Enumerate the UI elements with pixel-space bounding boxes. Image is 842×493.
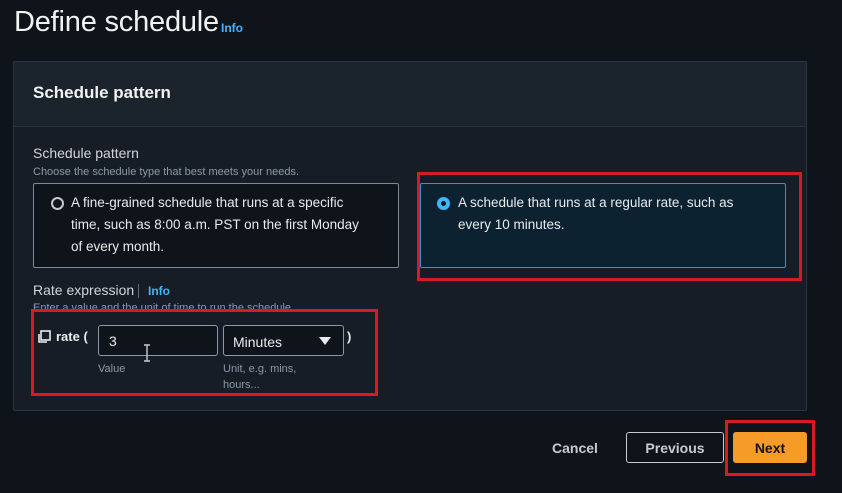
option-fine-grained-label: A fine-grained schedule that runs at a s…	[71, 195, 359, 254]
rate-unit-value: Minutes	[233, 334, 283, 350]
previous-button[interactable]: Previous	[626, 432, 724, 463]
rate-unit-select[interactable]: Minutes	[223, 325, 344, 356]
define-schedule-page: Define schedule Info Schedule pattern Sc…	[0, 0, 842, 493]
rate-suffix: )	[347, 329, 352, 344]
schedule-pattern-description: Choose the schedule type that best meets…	[33, 166, 299, 178]
rate-expression-info-link[interactable]: Info	[148, 284, 170, 298]
label-divider	[138, 284, 139, 298]
option-regular-rate-schedule[interactable]: A schedule that runs at a regular rate, …	[420, 183, 786, 268]
rate-unit-hint: Unit, e.g. mins, hours...	[223, 363, 297, 391]
copy-icon[interactable]	[37, 330, 51, 344]
option-regular-rate-label: A schedule that runs at a regular rate, …	[458, 195, 734, 232]
rate-expression-description: Enter a value and the unit of time to ru…	[33, 302, 295, 314]
text-cursor-icon	[144, 344, 150, 362]
radio-regular-rate[interactable]	[437, 197, 450, 210]
next-button[interactable]: Next	[733, 432, 807, 463]
rate-value-hint: Value	[98, 363, 126, 375]
page-title: Define schedule	[14, 6, 219, 38]
rate-prefix: rate (	[56, 329, 88, 344]
schedule-pattern-label: Schedule pattern	[33, 145, 139, 161]
panel-header: Schedule pattern	[14, 62, 806, 127]
rate-value-input[interactable]: 3	[98, 325, 218, 356]
rate-expression-label: Rate expression	[33, 282, 135, 298]
page-info-link[interactable]: Info	[221, 21, 243, 35]
chevron-down-icon	[319, 337, 331, 345]
option-fine-grained-schedule[interactable]: A fine-grained schedule that runs at a s…	[33, 183, 399, 268]
panel-title: Schedule pattern	[33, 83, 171, 102]
cancel-button[interactable]: Cancel	[540, 432, 610, 463]
radio-fine-grained[interactable]	[51, 197, 64, 210]
